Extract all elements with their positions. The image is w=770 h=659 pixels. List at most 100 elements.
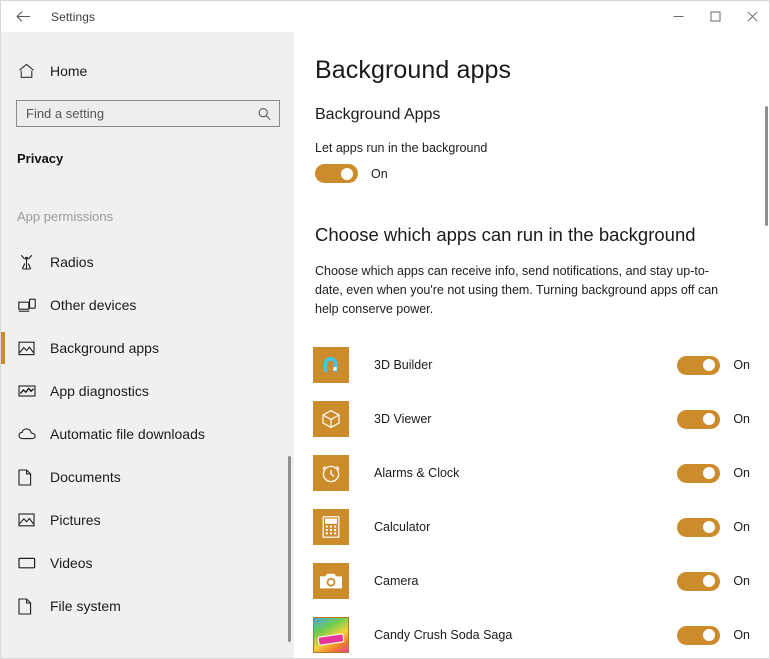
sidebar-item-label: Other devices [50, 297, 137, 313]
toggle-knob [703, 413, 716, 425]
diagnostics-icon [18, 384, 46, 398]
search-input[interactable] [17, 101, 279, 126]
master-toggle-label: Let apps run in the background [315, 141, 488, 155]
camera-icon [313, 563, 349, 599]
candy-crush-wordmark [317, 633, 345, 646]
sidebar-group-label: App permissions [17, 209, 114, 224]
home-icon [18, 63, 46, 79]
sidebar-item-label: App diagnostics [50, 383, 149, 399]
sidebar-item-label: Background apps [50, 340, 159, 356]
app-toggle-switch[interactable] [677, 517, 721, 537]
app-title: Settings [51, 9, 96, 24]
close-button[interactable] [734, 1, 769, 32]
sidebar-item-videos[interactable]: Videos [1, 546, 294, 580]
app-toggle-state: On [733, 412, 750, 426]
video-icon [18, 557, 46, 569]
window-controls [660, 1, 769, 32]
toggle-knob [341, 167, 353, 180]
master-toggle-row: On [315, 164, 769, 183]
sidebar-item-label: Pictures [50, 512, 101, 528]
app-row[interactable]: Candy Crush Soda Saga On [294, 608, 769, 658]
calculator-icon [313, 509, 349, 545]
back-arrow-icon[interactable] [1, 1, 45, 32]
toggle-knob [703, 521, 716, 533]
search-icon[interactable] [258, 107, 271, 120]
toggle-knob [703, 359, 716, 371]
settings-window: Settings Home Find a setting Privacy App… [0, 0, 770, 659]
candy-crush-icon [313, 617, 349, 653]
sidebar-scrollbar[interactable] [288, 456, 291, 642]
maximize-button[interactable] [697, 1, 734, 32]
sidebar-item-automatic-file-downloads[interactable]: Automatic file downloads [1, 417, 294, 451]
app-toggle-group: On [677, 463, 750, 483]
app-name: 3D Viewer [374, 412, 432, 426]
app-name: Camera [374, 574, 419, 588]
app-row[interactable]: Alarms & Clock On [294, 446, 769, 500]
app-name: Candy Crush Soda Saga [374, 628, 513, 642]
radio-tower-icon [18, 254, 46, 270]
document-icon [18, 468, 46, 486]
app-toggle-state: On [733, 466, 750, 480]
document-icon [18, 597, 46, 615]
choose-heading: Choose which apps can run in the backgro… [315, 224, 696, 245]
sidebar: Home Privacy App permissions Radios [1, 32, 294, 658]
sidebar-item-label: Documents [50, 469, 121, 485]
toggle-knob [703, 575, 716, 587]
devices-icon [18, 298, 46, 313]
app-name: Alarms & Clock [374, 466, 460, 480]
sidebar-nav-list: Radios Other devices Background apps App… [1, 245, 294, 623]
sidebar-item-label: Radios [50, 254, 94, 270]
app-toggle-switch[interactable] [677, 355, 721, 375]
minimize-button[interactable] [660, 1, 697, 32]
app-toggle-switch[interactable] [677, 625, 721, 645]
app-toggle-state: On [733, 358, 750, 372]
app-toggle-state: On [733, 574, 750, 588]
toggle-knob [703, 467, 716, 479]
sidebar-item-label: Home [50, 63, 88, 79]
sidebar-item-label: Videos [50, 555, 93, 571]
sidebar-item-file-system[interactable]: File system [1, 589, 294, 623]
app-toggle-state: On [733, 628, 750, 642]
alarm-clock-icon [313, 455, 349, 491]
sidebar-item-label: File system [50, 598, 121, 614]
app-toggle-group: On [677, 571, 750, 591]
app-row[interactable]: 3D Viewer On [294, 392, 769, 446]
app-toggle-switch[interactable] [677, 463, 721, 483]
sidebar-item-label: Automatic file downloads [50, 426, 205, 442]
app-toggle-state: On [733, 520, 750, 534]
page-title: Background apps [315, 56, 512, 84]
3d-viewer-icon [313, 401, 349, 437]
app-row[interactable]: Camera On [294, 554, 769, 608]
sidebar-item-radios[interactable]: Radios [1, 245, 294, 279]
sidebar-item-pictures[interactable]: Pictures [1, 503, 294, 537]
search-box[interactable] [16, 100, 280, 127]
app-toggle-group: On [677, 625, 750, 645]
app-toggle-switch[interactable] [677, 409, 721, 429]
content-scrollbar[interactable] [765, 106, 768, 226]
master-toggle-state: On [371, 166, 388, 181]
app-name: 3D Builder [374, 358, 433, 372]
sidebar-item-home[interactable]: Home [1, 54, 294, 88]
app-row[interactable]: 3D Builder On [294, 338, 769, 392]
app-toggle-group: On [677, 409, 750, 429]
sidebar-item-documents[interactable]: Documents [1, 460, 294, 494]
cloud-icon [18, 427, 46, 441]
sidebar-item-app-diagnostics[interactable]: App diagnostics [1, 374, 294, 408]
choose-description: Choose which apps can receive info, send… [315, 264, 719, 316]
app-toggle-switch[interactable] [677, 571, 721, 591]
picture-frame-icon [18, 341, 46, 356]
app-row[interactable]: Calculator On [294, 500, 769, 554]
section-heading: Background Apps [315, 106, 441, 123]
sidebar-item-other-devices[interactable]: Other devices [1, 288, 294, 322]
master-toggle-switch[interactable] [315, 164, 358, 183]
3d-builder-icon [313, 347, 349, 383]
app-toggle-group: On [677, 517, 750, 537]
app-name: Calculator [374, 520, 431, 534]
toggle-knob [703, 629, 716, 641]
picture-icon [18, 513, 46, 527]
title-bar: Settings [1, 1, 769, 32]
app-toggle-group: On [677, 355, 750, 375]
main-content: Background apps Background Apps Let apps… [294, 32, 769, 658]
sidebar-item-background-apps[interactable]: Background apps [1, 331, 294, 365]
sidebar-section-title: Privacy [17, 151, 64, 166]
